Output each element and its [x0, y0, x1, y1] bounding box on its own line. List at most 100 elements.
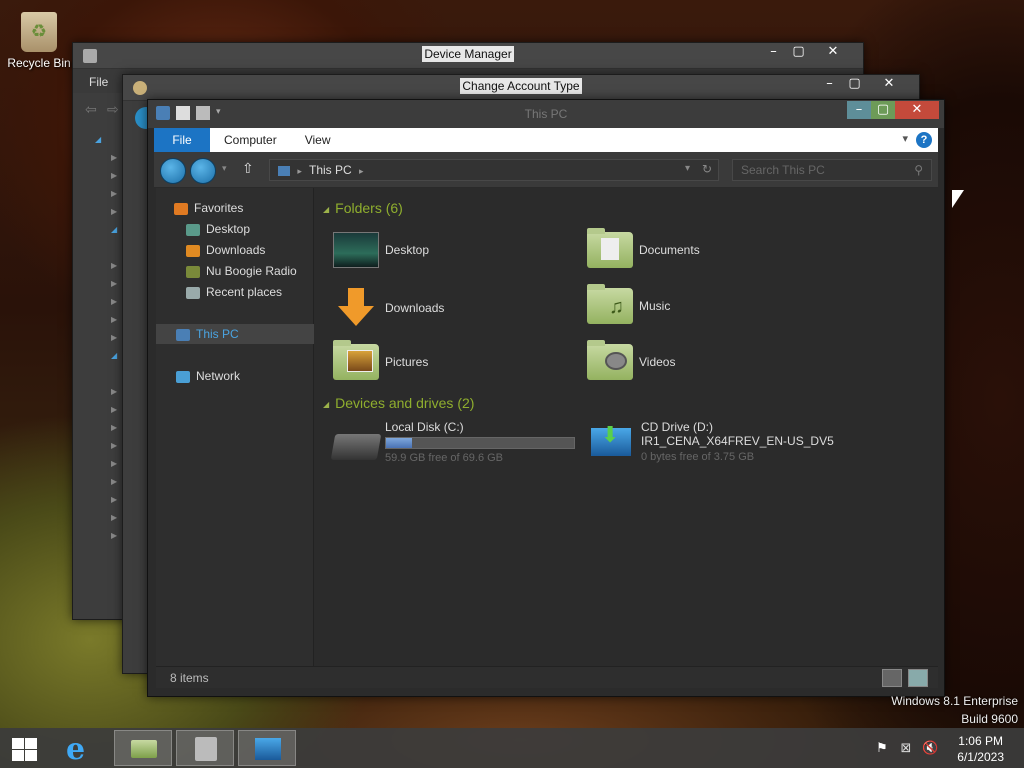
- tree-expand-icon[interactable]: ▶: [111, 441, 117, 450]
- maximize-button[interactable]: ▢: [786, 43, 811, 61]
- maximize-button[interactable]: ▢: [871, 101, 895, 119]
- system-clock[interactable]: 1:06 PM 6/1/2023: [957, 733, 1004, 765]
- breadcrumb-this-pc[interactable]: This PC: [309, 163, 352, 177]
- taskbar-file-explorer[interactable]: [114, 730, 172, 766]
- search-input[interactable]: Search This PC ⚲: [732, 159, 932, 181]
- minimize-button[interactable]: –: [761, 43, 786, 61]
- folders-group-header[interactable]: Folders (6): [323, 200, 403, 216]
- nav-desktop-label: Desktop: [206, 222, 251, 236]
- close-button[interactable]: ✕: [811, 43, 855, 61]
- documents-folder-icon: [587, 228, 633, 268]
- refresh-icon[interactable]: ↻: [702, 162, 712, 176]
- tree-expand-icon[interactable]: ◢: [95, 135, 101, 144]
- change-account-titlebar[interactable]: Change Account Type – ▢ ✕: [123, 75, 919, 101]
- forward-button[interactable]: [190, 158, 216, 184]
- this-pc-window[interactable]: ▾ This PC – ▢ ✕ File Computer View ▾ ? ▾…: [147, 99, 945, 697]
- mouse-cursor-icon: [952, 190, 964, 208]
- tree-expand-icon[interactable]: ▶: [111, 207, 117, 216]
- tree-expand-icon[interactable]: ▶: [111, 261, 117, 270]
- close-button[interactable]: ✕: [867, 75, 911, 93]
- tree-expand-icon[interactable]: ▶: [111, 531, 117, 540]
- breadcrumb-separator-icon[interactable]: ▸: [359, 166, 364, 176]
- back-button[interactable]: [160, 158, 186, 184]
- tree-expand-icon[interactable]: ◢: [111, 351, 117, 360]
- nav-favorites-label: Favorites: [194, 201, 244, 215]
- folder-videos-label: Videos: [639, 355, 676, 369]
- taskbar-device-manager[interactable]: [176, 730, 234, 766]
- status-bar: 8 items: [156, 666, 938, 688]
- details-view-button[interactable]: [882, 669, 902, 687]
- nav-favorites[interactable]: Favorites: [156, 198, 314, 218]
- tab-file[interactable]: File: [154, 128, 210, 152]
- close-button[interactable]: ✕: [895, 101, 939, 119]
- tree-expand-icon[interactable]: ▶: [111, 513, 117, 522]
- tree-expand-icon[interactable]: ▶: [111, 333, 117, 342]
- address-bar[interactable]: ▸ This PC ▸ ▾ ↻: [269, 159, 719, 181]
- action-center-flag-icon[interactable]: ⚑: [874, 740, 890, 756]
- download-arrow-icon: [333, 288, 379, 328]
- tree-expand-icon[interactable]: ▶: [111, 171, 117, 180]
- drive-c[interactable]: Local Disk (C:) 59.9 GB free of 69.6 GB: [330, 420, 575, 464]
- tree-expand-icon[interactable]: ▶: [111, 459, 117, 468]
- device-manager-titlebar[interactable]: Device Manager – ▢ ✕: [73, 43, 863, 69]
- help-icon[interactable]: ?: [916, 132, 932, 148]
- folder-downloads[interactable]: Downloads: [333, 288, 444, 328]
- explorer-titlebar[interactable]: ▾ This PC – ▢ ✕: [148, 100, 944, 128]
- tree-expand-icon[interactable]: ▶: [111, 189, 117, 198]
- windows-watermark-line2: Build 9600: [961, 712, 1018, 726]
- search-placeholder: Search This PC: [741, 163, 825, 177]
- forward-icon[interactable]: ⇨: [107, 101, 119, 118]
- start-button[interactable]: [10, 736, 38, 762]
- minimize-button[interactable]: –: [817, 75, 842, 93]
- tree-expand-icon[interactable]: ▶: [111, 153, 117, 162]
- large-icons-view-button[interactable]: [908, 669, 928, 687]
- nav-network[interactable]: Network: [156, 366, 314, 386]
- tree-expand-icon[interactable]: ▶: [111, 405, 117, 414]
- folder-desktop[interactable]: Desktop: [333, 232, 429, 268]
- music-folder-icon: ♫: [587, 284, 633, 324]
- recycle-bin-desktop-icon[interactable]: Recycle Bin: [4, 10, 74, 70]
- folder-music[interactable]: ♫ Music: [587, 284, 670, 324]
- maximize-button[interactable]: ▢: [842, 75, 867, 93]
- address-dropdown-icon[interactable]: ▾: [685, 163, 690, 174]
- taskbar-control-panel[interactable]: [238, 730, 296, 766]
- up-icon[interactable]: ⇧: [242, 160, 254, 177]
- taskbar-internet-explorer[interactable]: e: [54, 730, 112, 767]
- windows-logo-icon: [12, 738, 24, 749]
- tree-expand-icon[interactable]: ◢: [111, 225, 117, 234]
- minimize-button[interactable]: –: [847, 101, 871, 119]
- expand-ribbon-icon[interactable]: ▾: [902, 132, 908, 145]
- tree-expand-icon[interactable]: ▶: [111, 495, 117, 504]
- volume-muted-icon[interactable]: 🔇: [922, 740, 938, 756]
- recent-places-icon: [186, 286, 200, 299]
- tree-expand-icon[interactable]: ▶: [111, 315, 117, 324]
- tree-expand-icon[interactable]: ▶: [111, 387, 117, 396]
- folder-videos[interactable]: Videos: [587, 340, 676, 380]
- nav-nu-boogie-radio[interactable]: Nu Boogie Radio: [156, 261, 314, 281]
- tab-view[interactable]: View: [291, 128, 345, 152]
- nav-recent-places[interactable]: Recent places: [156, 282, 314, 302]
- tree-expand-icon[interactable]: ▶: [111, 423, 117, 432]
- devices-group-header[interactable]: Devices and drives (2): [323, 395, 474, 411]
- folder-pictures[interactable]: Pictures: [333, 340, 428, 380]
- drive-d[interactable]: ⬇ CD Drive (D:) IR1_CENA_X64FREV_EN-US_D…: [587, 420, 834, 463]
- menu-file[interactable]: File: [89, 75, 108, 89]
- nav-desktop[interactable]: Desktop: [156, 219, 314, 239]
- search-icon[interactable]: ⚲: [914, 163, 923, 177]
- tree-expand-icon[interactable]: ▶: [111, 477, 117, 486]
- clock-time: 1:06 PM: [958, 734, 1003, 748]
- folder-documents[interactable]: Documents: [587, 228, 700, 268]
- recent-locations-icon[interactable]: ▾: [222, 163, 227, 174]
- drive-c-free: 59.9 GB free of 69.6 GB: [385, 452, 504, 464]
- back-icon[interactable]: ⇦: [85, 101, 97, 118]
- network-disconnected-icon[interactable]: ⊠: [898, 740, 914, 756]
- nav-this-pc[interactable]: This PC: [156, 324, 314, 344]
- folder-downloads-label: Downloads: [385, 301, 445, 315]
- tree-expand-icon[interactable]: ▶: [111, 297, 117, 306]
- recycle-bin-label: Recycle Bin: [7, 56, 71, 70]
- breadcrumb-separator-icon[interactable]: ▸: [297, 166, 302, 176]
- windows-watermark-line1: Windows 8.1 Enterprise: [891, 694, 1018, 708]
- tab-computer[interactable]: Computer: [210, 128, 291, 152]
- tree-expand-icon[interactable]: ▶: [111, 279, 117, 288]
- nav-downloads[interactable]: Downloads: [156, 240, 314, 260]
